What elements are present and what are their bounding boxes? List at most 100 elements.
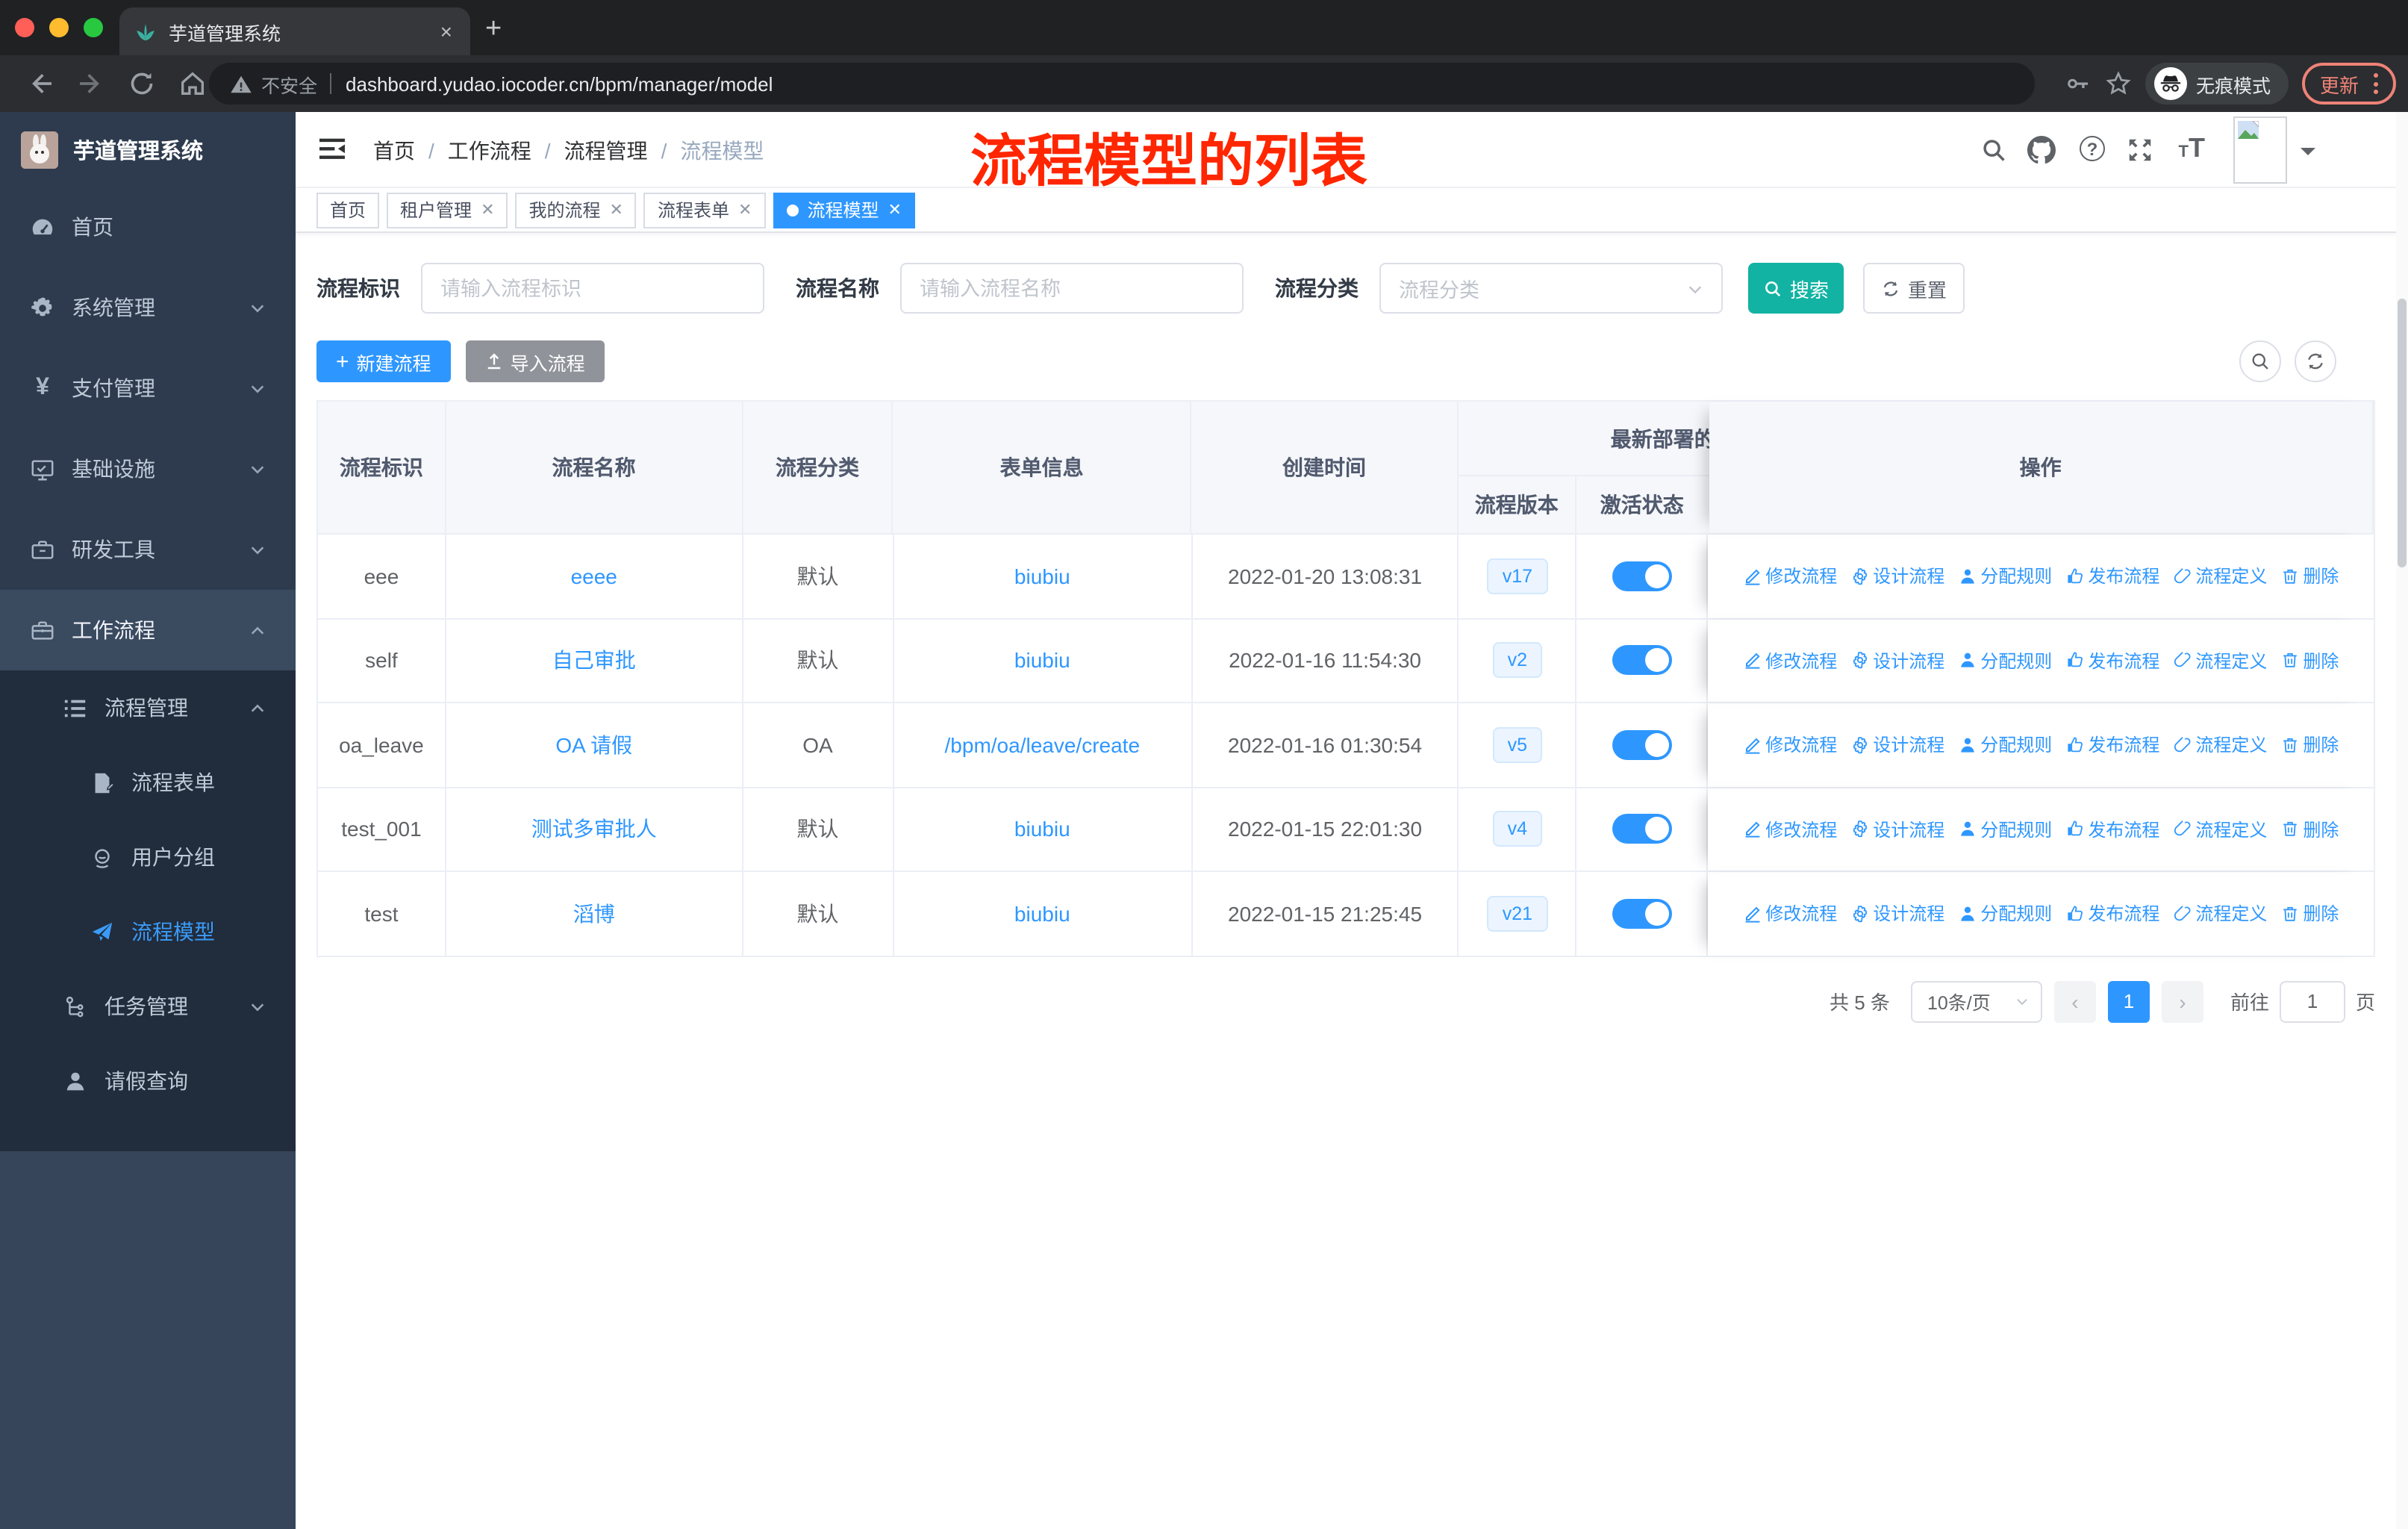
filter-category-select[interactable]: 流程分类	[1379, 263, 1723, 314]
filter-name-input[interactable]	[900, 263, 1244, 314]
action-分配规则[interactable]: 分配规则	[1958, 564, 2052, 589]
close-window-button[interactable]	[15, 18, 34, 37]
sidebar-item-payment[interactable]: ¥ 支付管理	[0, 348, 296, 429]
browser-tab[interactable]: 芋道管理系统 ×	[119, 7, 470, 55]
back-icon[interactable]	[25, 69, 55, 99]
action-分配规则[interactable]: 分配规则	[1958, 732, 2052, 758]
zoom-window-button[interactable]	[84, 18, 103, 37]
key-icon[interactable]	[2065, 70, 2092, 97]
next-page-button[interactable]: ›	[2161, 980, 2203, 1022]
sidebar-item-process-model[interactable]: 流程模型	[0, 894, 296, 969]
new-tab-button[interactable]: +	[485, 15, 502, 43]
minimize-window-button[interactable]	[49, 18, 69, 37]
action-删除[interactable]: 删除	[2280, 732, 2339, 758]
action-流程定义[interactable]: 流程定义	[2173, 732, 2267, 758]
prev-page-button[interactable]: ‹	[2053, 980, 2096, 1022]
action-分配规则[interactable]: 分配规则	[1958, 901, 2052, 927]
tag-tenant[interactable]: 租户管理 ✕	[387, 192, 508, 228]
reload-icon[interactable]	[127, 69, 157, 99]
refresh-table-button[interactable]	[2295, 340, 2336, 382]
sidebar-item-workflow[interactable]: 工作流程	[0, 590, 296, 670]
scrollbar-thumb[interactable]	[2398, 299, 2407, 567]
scrollbar[interactable]	[2396, 112, 2408, 1529]
model-name-link[interactable]: OA 请假	[555, 730, 632, 760]
hamburger-icon[interactable]	[319, 137, 345, 160]
github-icon[interactable]	[2027, 136, 2056, 164]
action-删除[interactable]: 删除	[2280, 648, 2339, 673]
filter-id-input[interactable]	[421, 263, 764, 314]
action-设计流程[interactable]: 设计流程	[1850, 817, 1944, 842]
avatar[interactable]	[2233, 116, 2287, 184]
action-删除[interactable]: 删除	[2280, 901, 2339, 927]
action-流程定义[interactable]: 流程定义	[2173, 817, 2267, 842]
page-1-button[interactable]: 1	[2107, 980, 2150, 1022]
action-修改流程[interactable]: 修改流程	[1743, 732, 1837, 758]
font-size-icon[interactable]: TT	[2179, 133, 2205, 164]
action-修改流程[interactable]: 修改流程	[1743, 901, 1837, 927]
version-tag[interactable]: v5	[1492, 726, 1543, 763]
update-button[interactable]: 更新	[2301, 63, 2396, 105]
reset-button[interactable]: 重置	[1863, 263, 1965, 314]
breadcrumb-process-mgmt[interactable]: 流程管理	[564, 135, 648, 165]
goto-page-input[interactable]	[2279, 980, 2345, 1022]
action-分配规则[interactable]: 分配规则	[1958, 817, 2052, 842]
sidebar-item-task-mgmt[interactable]: 任务管理	[0, 969, 296, 1044]
sidebar-item-infra[interactable]: 基础设施	[0, 429, 296, 509]
close-icon[interactable]: ✕	[738, 200, 752, 219]
action-流程定义[interactable]: 流程定义	[2173, 564, 2267, 589]
sidebar-item-home[interactable]: 首页	[0, 187, 296, 267]
model-name-link[interactable]: 测试多审批人	[531, 815, 657, 844]
close-icon[interactable]: ✕	[888, 200, 901, 219]
sidebar-item-user-group[interactable]: 用户分组	[0, 820, 296, 894]
action-流程定义[interactable]: 流程定义	[2173, 901, 2267, 927]
toggle-search-button[interactable]	[2239, 340, 2281, 382]
import-model-button[interactable]: 导入流程	[465, 340, 605, 382]
breadcrumb-workflow[interactable]: 工作流程	[448, 135, 531, 165]
active-toggle[interactable]	[1612, 729, 1672, 760]
sidebar-item-system[interactable]: 系统管理	[0, 267, 296, 348]
browser-menu-icon[interactable]	[2374, 73, 2378, 94]
action-修改流程[interactable]: 修改流程	[1743, 564, 1837, 589]
action-流程定义[interactable]: 流程定义	[2173, 648, 2267, 673]
close-icon[interactable]: ✕	[610, 200, 623, 219]
active-toggle[interactable]	[1612, 561, 1672, 591]
form-info-link[interactable]: biubiu	[1014, 564, 1070, 588]
version-tag[interactable]: v4	[1492, 811, 1543, 847]
form-info-link[interactable]: /bpm/oa/leave/create	[945, 733, 1141, 757]
sidebar-item-devtools[interactable]: 研发工具	[0, 509, 296, 590]
bookmark-star-icon[interactable]	[2105, 70, 2132, 97]
tag-my-process[interactable]: 我的流程 ✕	[515, 192, 637, 228]
action-修改流程[interactable]: 修改流程	[1743, 648, 1837, 673]
help-icon[interactable]: ?	[2080, 136, 2105, 161]
page-size-select[interactable]: 10条/页	[1910, 980, 2042, 1022]
window-controls[interactable]	[15, 18, 103, 37]
action-删除[interactable]: 删除	[2280, 817, 2339, 842]
form-info-link[interactable]: biubiu	[1014, 649, 1070, 673]
home-icon[interactable]	[178, 69, 208, 99]
action-发布流程[interactable]: 发布流程	[2065, 817, 2159, 842]
fullscreen-icon[interactable]	[2126, 136, 2154, 164]
security-label[interactable]: 不安全	[261, 69, 317, 98]
tag-process-form[interactable]: 流程表单 ✕	[643, 192, 766, 228]
search-button[interactable]: 搜索	[1748, 263, 1844, 314]
action-设计流程[interactable]: 设计流程	[1850, 901, 1944, 927]
model-name-link[interactable]: 滔博	[573, 899, 615, 929]
version-tag[interactable]: v21	[1487, 895, 1547, 932]
update-label[interactable]: 更新	[2320, 69, 2359, 98]
url-text[interactable]: dashboard.yudao.iocoder.cn/bpm/manager/m…	[346, 72, 773, 95]
form-info-link[interactable]: biubiu	[1014, 902, 1070, 926]
action-修改流程[interactable]: 修改流程	[1743, 817, 1837, 842]
tab-close-icon[interactable]: ×	[437, 19, 455, 43]
version-tag[interactable]: v17	[1487, 558, 1547, 594]
forward-icon[interactable]	[76, 69, 106, 99]
search-icon[interactable]	[1980, 136, 2008, 164]
action-发布流程[interactable]: 发布流程	[2065, 732, 2159, 758]
url-bar[interactable]: 不安全 dashboard.yudao.iocoder.cn/bpm/manag…	[209, 63, 2035, 105]
action-发布流程[interactable]: 发布流程	[2065, 648, 2159, 673]
action-分配规则[interactable]: 分配规则	[1958, 648, 2052, 673]
action-设计流程[interactable]: 设计流程	[1850, 648, 1944, 673]
breadcrumb-home[interactable]: 首页	[373, 135, 415, 165]
sidebar-item-process-form[interactable]: 流程表单	[0, 745, 296, 820]
version-tag[interactable]: v2	[1492, 642, 1543, 679]
close-icon[interactable]: ✕	[481, 200, 494, 219]
